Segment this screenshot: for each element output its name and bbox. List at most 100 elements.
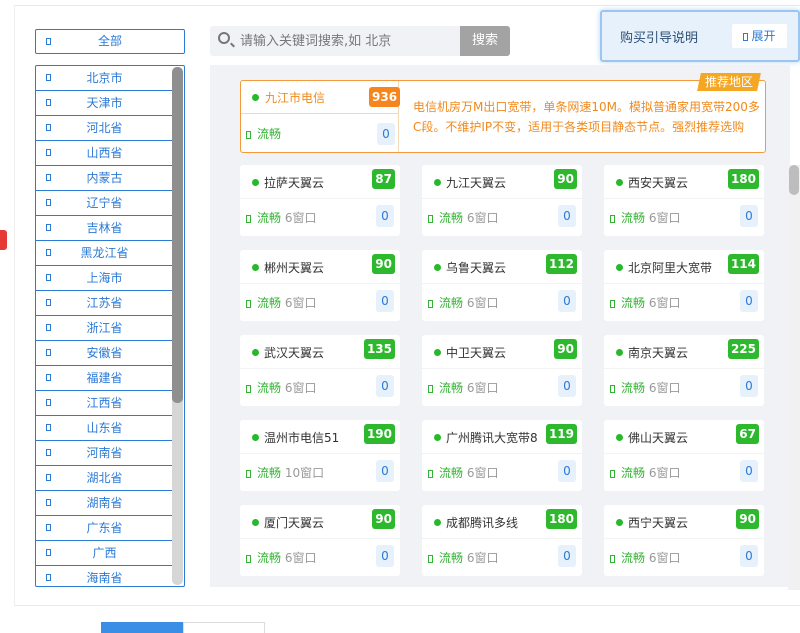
status-icon: [246, 470, 251, 478]
side-float-tab[interactable]: [0, 230, 7, 250]
left-divider: [14, 5, 15, 605]
node-window: 6窗口: [284, 551, 317, 565]
status-icon: [610, 470, 615, 478]
province-item[interactable]: 天津市: [36, 91, 173, 116]
box-icon: [46, 574, 51, 581]
node-status: 流畅 6窗口: [428, 549, 498, 566]
node-card[interactable]: 成都腾讯多线 180 流畅 6窗口 0: [422, 505, 582, 576]
province-item[interactable]: 浙江省: [36, 316, 173, 341]
grid-scrollbar[interactable]: [788, 165, 800, 590]
node-count: 0: [376, 545, 394, 567]
node-card[interactable]: 北京阿里大宽带 114 流畅 6窗口 0: [604, 250, 764, 321]
province-item[interactable]: 海南省: [36, 566, 173, 586]
province-item[interactable]: 安徽省: [36, 341, 173, 366]
node-status: 流畅 6窗口: [610, 294, 680, 311]
search-button[interactable]: 搜索: [460, 26, 510, 56]
province-item[interactable]: 黑龙江省: [36, 241, 173, 266]
node-card[interactable]: 厦门天翼云 90 流畅 6窗口 0: [240, 505, 400, 576]
node-card[interactable]: 佛山天翼云 67 流畅 6窗口 0: [604, 420, 764, 491]
node-card[interactable]: 九江天翼云 90 流畅 6窗口 0: [422, 165, 582, 236]
node-name: 西安天翼云: [628, 176, 689, 190]
box-icon: [46, 299, 51, 306]
online-dot-icon: [616, 434, 623, 441]
node-name: 北京阿里大宽带: [628, 261, 713, 275]
bottom-tab-active[interactable]: [101, 622, 183, 633]
province-label: 河北省: [86, 121, 123, 135]
node-card[interactable]: 乌鲁天翼云 112 流畅 6窗口 0: [422, 250, 582, 321]
node-score: 87: [372, 169, 395, 189]
featured-node-card[interactable]: 九江市电信 936 流畅 0 电信机房万M出口宽带，单条网速10M。模拟普通家用…: [240, 73, 766, 153]
province-item[interactable]: 广东省: [36, 516, 173, 541]
province-item[interactable]: 山东省: [36, 416, 173, 441]
expand-button[interactable]: 展开: [732, 24, 787, 48]
province-item[interactable]: 上海市: [36, 266, 173, 291]
province-item[interactable]: 辽宁省: [36, 191, 173, 216]
box-icon: [46, 424, 51, 431]
box-icon: [46, 99, 51, 106]
node-window: 6窗口: [648, 381, 681, 395]
node-name: 西宁天翼云: [628, 516, 689, 530]
featured-node-status: 流畅: [246, 125, 281, 142]
province-list[interactable]: 北京市天津市河北省山西省内蒙古辽宁省 吉林省 黑龙江省上海市江苏省 浙江省 安徽省 福建省…: [35, 65, 185, 587]
node-count: 0: [740, 205, 758, 227]
node-name: 佛山天翼云: [628, 431, 689, 445]
node-window: 6窗口: [466, 381, 499, 395]
province-scrollbar-thumb[interactable]: [172, 67, 183, 403]
node-card[interactable]: 中卫天翼云 90 流畅 6窗口 0: [422, 335, 582, 406]
box-icon: [46, 224, 51, 231]
node-card[interactable]: 广州腾讯大宽带8 119 流畅 6窗口 0: [422, 420, 582, 491]
province-item[interactable]: 广西: [36, 541, 173, 566]
node-status: 流畅 6窗口: [610, 379, 680, 396]
node-window: 6窗口: [284, 381, 317, 395]
province-item[interactable]: 河北省: [36, 116, 173, 141]
node-card[interactable]: 郴州天翼云 90 流畅 6窗口 0: [240, 250, 400, 321]
node-name: 郴州天翼云: [264, 261, 325, 275]
province-item[interactable]: 江西省: [36, 391, 173, 416]
province-item[interactable]: 吉林省: [36, 216, 173, 241]
province-label: 上海市: [86, 271, 123, 285]
node-status: 流畅 10窗口: [246, 464, 324, 481]
node-card[interactable]: 南京天翼云 225 流畅 6窗口 0: [604, 335, 764, 406]
box-icon: [46, 499, 51, 506]
province-item[interactable]: 福建省: [36, 366, 173, 391]
node-name: 厦门天翼云: [264, 516, 325, 530]
status-icon: [246, 555, 251, 563]
node-card[interactable]: 温州市电信51 190 流畅 10窗口 0: [240, 420, 400, 491]
node-card[interactable]: 武汉天翼云 135 流畅 6窗口 0: [240, 335, 400, 406]
province-label: 内蒙古: [86, 171, 123, 185]
status-icon: [610, 215, 615, 223]
node-score: 190: [363, 424, 395, 444]
node-status: 流畅 6窗口: [428, 464, 498, 481]
province-label: 江西省: [86, 396, 123, 410]
grid-scrollbar-thumb[interactable]: [789, 165, 799, 195]
province-scrollbar[interactable]: [172, 67, 183, 585]
node-card[interactable]: 西安天翼云 180 流畅 6窗口 0: [604, 165, 764, 236]
province-label: 天津市: [86, 96, 123, 110]
box-icon: [46, 199, 51, 206]
top-divider: [14, 5, 800, 6]
province-item[interactable]: 山西省: [36, 141, 173, 166]
node-name: 九江天翼云: [446, 176, 507, 190]
online-dot-icon: [252, 179, 259, 186]
box-icon: [46, 474, 51, 481]
node-name: 成都腾讯多线: [446, 516, 519, 530]
province-item[interactable]: 湖北省: [36, 466, 173, 491]
province-item[interactable]: 江苏省: [36, 291, 173, 316]
province-item[interactable]: 北京市: [36, 66, 173, 91]
node-name: 武汉天翼云: [264, 346, 325, 360]
province-item[interactable]: 内蒙古: [36, 166, 173, 191]
node-score: 180: [727, 169, 759, 189]
purchase-guide-title: 购买引导说明: [620, 31, 699, 46]
node-name: 中卫天翼云: [446, 346, 507, 360]
node-card[interactable]: 拉萨天翼云 87 流畅 6窗口 0: [240, 165, 400, 236]
node-card[interactable]: 西宁天翼云 90 流畅 6窗口 0: [604, 505, 764, 576]
province-item[interactable]: 河南省: [36, 441, 173, 466]
province-item[interactable]: 湖南省: [36, 491, 173, 516]
box-icon: [46, 274, 51, 281]
featured-node-description: 电信机房万M出口宽带，单条网速10M。模拟普通家用宽带200多C段。不维护IP不…: [413, 100, 760, 134]
bottom-tab[interactable]: [183, 622, 265, 633]
search-bar: [210, 26, 460, 56]
online-dot-icon: [252, 434, 259, 441]
all-provinces-button[interactable]: 全部: [35, 29, 185, 54]
search-input[interactable]: [240, 31, 455, 51]
